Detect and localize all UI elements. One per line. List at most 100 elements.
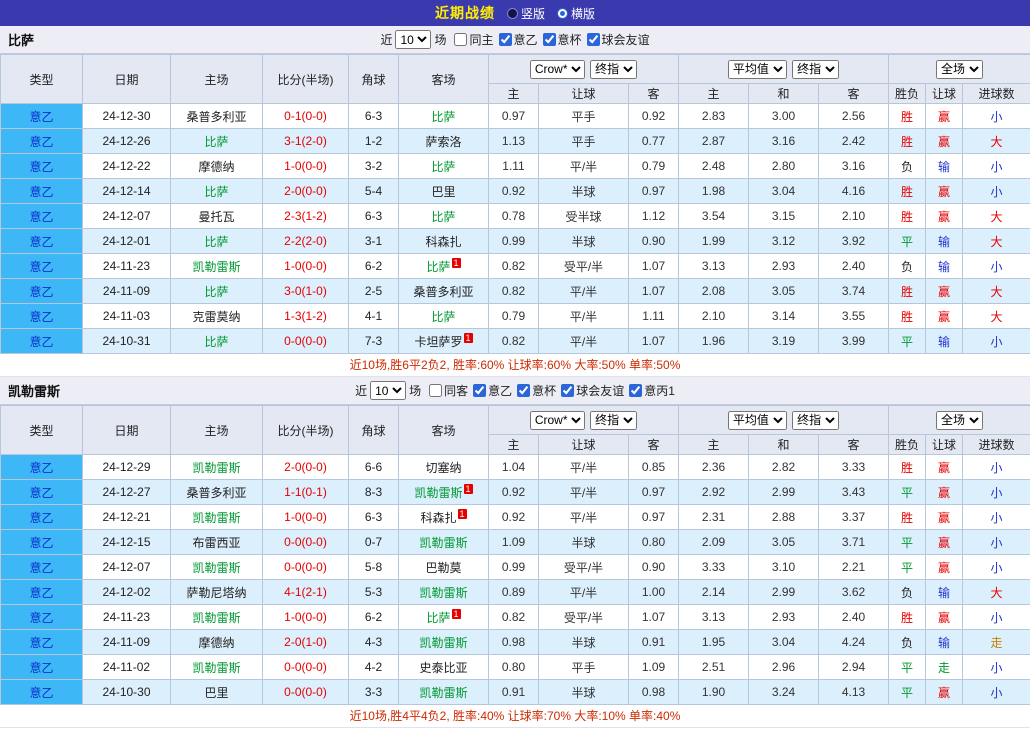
- filter-checkbox[interactable]: [499, 33, 512, 46]
- filter-checkbox[interactable]: [429, 384, 442, 397]
- match-date: 24-12-26: [83, 129, 171, 154]
- filter-checkbox-item[interactable]: 意乙: [499, 31, 538, 48]
- team-name-link[interactable]: 萨索洛: [425, 135, 461, 149]
- filter-checkbox-item[interactable]: 意杯: [543, 31, 582, 48]
- scope-select[interactable]: 全场: [936, 60, 983, 79]
- team-name-link[interactable]: 巴里: [204, 686, 228, 700]
- home-team: 比萨: [171, 229, 263, 254]
- team-name-link[interactable]: 卡坦萨罗: [414, 335, 462, 349]
- team-name-link[interactable]: 比萨: [431, 310, 455, 324]
- away-team: 科森扎: [399, 229, 489, 254]
- team-name-link[interactable]: 比萨: [204, 235, 228, 249]
- odds-away: 1.09: [629, 655, 679, 680]
- league-type: 意乙: [1, 329, 83, 354]
- team-name-link[interactable]: 科森扎: [425, 235, 461, 249]
- team-name-link[interactable]: 凯勒雷斯: [192, 611, 240, 625]
- europe-stage-select[interactable]: 终指: [792, 411, 839, 430]
- result-handicap: 赢: [926, 204, 963, 229]
- team-name-link[interactable]: 凯勒雷斯: [414, 486, 462, 500]
- team-name-link[interactable]: 克雷莫纳: [192, 310, 240, 324]
- home-team: 布雷西亚: [171, 530, 263, 555]
- odds-handicap: 平/半: [539, 580, 629, 605]
- away-team: 比萨1: [399, 254, 489, 279]
- layout-radio-option[interactable]: 竖版: [507, 5, 545, 22]
- match-count-select[interactable]: 10: [370, 381, 406, 400]
- filter-checkbox[interactable]: [629, 384, 642, 397]
- team-name-link[interactable]: 桑普多利亚: [186, 486, 246, 500]
- team-name-link[interactable]: 凯勒雷斯: [192, 461, 240, 475]
- odds-home: 0.91: [489, 680, 539, 705]
- filter-checkbox-item[interactable]: 球会友谊: [561, 382, 624, 399]
- team-name-link[interactable]: 桑普多利亚: [186, 110, 246, 124]
- filter-checkbox[interactable]: [517, 384, 530, 397]
- radio-icon[interactable]: [507, 8, 518, 19]
- scope-select[interactable]: 全场: [936, 411, 983, 430]
- filter-checkbox-item[interactable]: 同主: [454, 31, 493, 48]
- filter-checkbox[interactable]: [473, 384, 486, 397]
- team-name-link[interactable]: 切塞纳: [425, 461, 461, 475]
- europe-odds-group-header: 平均值 终指: [679, 55, 889, 84]
- team-name-link[interactable]: 布雷西亚: [192, 536, 240, 550]
- filter-checkbox-item[interactable]: 球会友谊: [587, 31, 650, 48]
- team-name-link[interactable]: 凯勒雷斯: [192, 661, 240, 675]
- team-name-link[interactable]: 凯勒雷斯: [419, 636, 467, 650]
- match-date: 24-11-23: [83, 254, 171, 279]
- avg-away-odds: 3.37: [819, 505, 889, 530]
- team-name-link[interactable]: 凯勒雷斯: [192, 260, 240, 274]
- team-name-link[interactable]: 比萨: [426, 260, 450, 274]
- match-score: 3-0(1-0): [263, 279, 349, 304]
- team-name-link[interactable]: 萨勒尼塔纳: [186, 586, 246, 600]
- filter-checkbox[interactable]: [543, 33, 556, 46]
- home-team: 巴里: [171, 680, 263, 705]
- radio-icon[interactable]: [557, 8, 568, 19]
- team-name-link[interactable]: 凯勒雷斯: [419, 536, 467, 550]
- team-name-link[interactable]: 比萨: [431, 210, 455, 224]
- team-name-link[interactable]: 比萨: [204, 135, 228, 149]
- team-name-link[interactable]: 凯勒雷斯: [419, 686, 467, 700]
- odds-home: 0.80: [489, 655, 539, 680]
- handicap-stage-select[interactable]: 终指: [590, 60, 637, 79]
- filter-checkbox[interactable]: [454, 33, 467, 46]
- team-name-link[interactable]: 科森扎: [420, 511, 456, 525]
- team-name-link[interactable]: 比萨: [204, 285, 228, 299]
- team-name-link[interactable]: 比萨: [204, 185, 228, 199]
- average-odds-select[interactable]: 平均值: [728, 60, 787, 79]
- match-row: 意乙24-11-03克雷莫纳1-3(1-2)4-1比萨0.79平/半1.112.…: [1, 304, 1030, 329]
- team-name-link[interactable]: 凯勒雷斯: [419, 586, 467, 600]
- avg-home-odds: 1.96: [679, 329, 749, 354]
- team-name-link[interactable]: 比萨: [431, 160, 455, 174]
- average-odds-select[interactable]: 平均值: [728, 411, 787, 430]
- avg-home-odds: 2.36: [679, 455, 749, 480]
- filter-checkbox[interactable]: [561, 384, 574, 397]
- team-name-link[interactable]: 比萨: [426, 611, 450, 625]
- filter-checkbox-item[interactable]: 意乙: [473, 382, 512, 399]
- match-count-select[interactable]: 10: [395, 30, 431, 49]
- filter-checkbox[interactable]: [587, 33, 600, 46]
- bookmaker-select[interactable]: Crow*: [530, 60, 585, 79]
- team-name-link[interactable]: 巴勒莫: [425, 561, 461, 575]
- team-name-link[interactable]: 凯勒雷斯: [192, 561, 240, 575]
- odds-home: 0.92: [489, 179, 539, 204]
- odds-home: 0.82: [489, 605, 539, 630]
- team-name-link[interactable]: 史泰比亚: [419, 661, 467, 675]
- filter-checkbox-label: 同主: [469, 31, 493, 48]
- filter-checkbox-item[interactable]: 同客: [429, 382, 468, 399]
- bookmaker-select[interactable]: Crow*: [530, 411, 585, 430]
- layout-radio-option[interactable]: 横版: [557, 5, 595, 22]
- odds-away: 0.77: [629, 129, 679, 154]
- match-row: 意乙24-11-09摩德纳2-0(1-0)4-3凯勒雷斯0.98半球0.911.…: [1, 630, 1030, 655]
- match-score: 1-0(0-0): [263, 505, 349, 530]
- team2-section: 凯勒雷斯 近 10 场 同客意乙意杯球会友谊意丙1 类型 日期 主场 比分(半场…: [0, 377, 1030, 728]
- filter-checkbox-item[interactable]: 意杯: [517, 382, 556, 399]
- team-name-link[interactable]: 摩德纳: [198, 636, 234, 650]
- europe-stage-select[interactable]: 终指: [792, 60, 839, 79]
- team-name-link[interactable]: 桑普多利亚: [413, 285, 473, 299]
- handicap-stage-select[interactable]: 终指: [590, 411, 637, 430]
- team-name-link[interactable]: 巴里: [431, 185, 455, 199]
- team-name-link[interactable]: 凯勒雷斯: [192, 511, 240, 525]
- team-name-link[interactable]: 摩德纳: [198, 160, 234, 174]
- team-name-link[interactable]: 比萨: [431, 110, 455, 124]
- team-name-link[interactable]: 比萨: [204, 335, 228, 349]
- team-name-link[interactable]: 曼托瓦: [198, 210, 234, 224]
- filter-checkbox-item[interactable]: 意丙1: [629, 382, 675, 399]
